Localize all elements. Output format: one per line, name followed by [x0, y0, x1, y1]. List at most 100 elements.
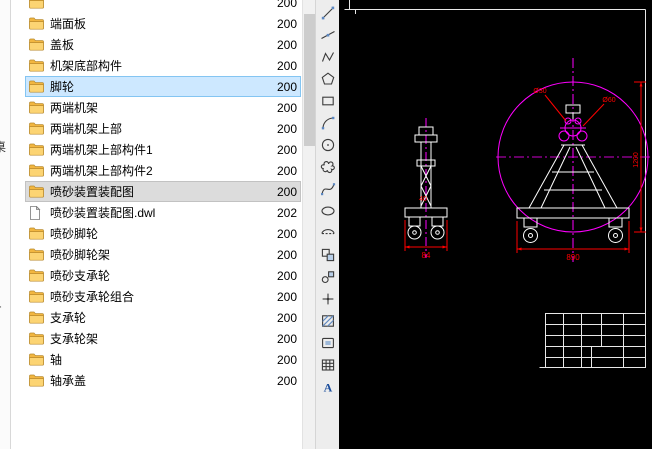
file-name: 脚轮	[50, 78, 267, 95]
folder-icon	[29, 185, 45, 199]
folder-icon	[29, 353, 45, 367]
file-icon	[29, 206, 45, 220]
folder-icon	[29, 290, 45, 304]
sheet-frame	[345, 0, 646, 368]
file-date: 200	[267, 38, 300, 52]
list-item[interactable]: 喷砂脚轮架200	[11, 244, 302, 265]
folder-icon	[29, 80, 45, 94]
folder-icon	[29, 227, 45, 241]
list-item[interactable]: 脚轮200	[11, 76, 302, 97]
file-date: 200	[267, 164, 300, 178]
list-item[interactable]: 两端机架上部200	[11, 118, 302, 139]
file-name: 喷砂脚轮架	[50, 246, 267, 263]
file-date: 200	[267, 248, 300, 262]
hatch-icon	[320, 313, 336, 329]
file-date: 200	[267, 80, 300, 94]
file-name: 轴	[50, 351, 267, 368]
list-item[interactable]: 两端机架200	[11, 97, 302, 118]
folder-icon	[29, 143, 45, 157]
toolbar-button-spline[interactable]	[316, 178, 340, 200]
list-item[interactable]: 喷砂装置装配图200	[11, 181, 302, 202]
folder-icon	[29, 17, 45, 31]
list-item[interactable]: 端面板200	[11, 13, 302, 34]
file-rows: 200端面板200盖板200机架底部构件200脚轮200两端机架200两端机架上…	[11, 0, 302, 391]
folder-icon	[29, 59, 45, 73]
dim-side-detail: 40	[419, 196, 427, 203]
folder-icon	[29, 38, 45, 52]
file-name: 端面板	[50, 15, 267, 32]
point-icon	[320, 291, 336, 307]
file-name: 支承轮	[50, 309, 267, 326]
dim-side-width: 84	[422, 251, 431, 260]
folder-icon	[29, 248, 45, 262]
polygon-icon	[320, 71, 336, 87]
toolbar-button-make-block[interactable]	[316, 266, 340, 288]
svg-text:A: A	[324, 381, 333, 395]
file-date: 200	[267, 59, 300, 73]
scrollbar-thumb[interactable]	[304, 14, 315, 146]
toolbar-button-point[interactable]	[316, 288, 340, 310]
list-item[interactable]: 喷砂装置装配图.dwl202	[11, 202, 302, 223]
line-icon	[320, 5, 336, 21]
toolbar-button-line[interactable]	[316, 2, 340, 24]
toolbar-button-insert-block[interactable]	[316, 244, 340, 266]
list-item[interactable]: 喷砂支承轮200	[11, 265, 302, 286]
arc-icon	[320, 115, 336, 131]
cad-viewport: 84 40	[339, 0, 652, 449]
file-date: 200	[267, 269, 300, 283]
draw-toolbar: A	[315, 0, 339, 449]
toolbar-button-ellipse[interactable]	[316, 200, 340, 222]
file-name: 机架底部构件	[50, 57, 267, 74]
toolbar-button-rectangle[interactable]	[316, 90, 340, 112]
toolbar-button-polygon[interactable]	[316, 68, 340, 90]
file-name: 喷砂装置装配图.dwl	[50, 204, 267, 221]
circle-icon	[320, 137, 336, 153]
file-date: 200	[267, 353, 300, 367]
toolbar-button-ellipse-arc[interactable]	[316, 222, 340, 244]
insert-block-icon	[320, 247, 336, 263]
toolbar-button-region[interactable]	[316, 332, 340, 354]
list-item[interactable]: 轴200	[11, 349, 302, 370]
file-name: 喷砂支承轮	[50, 267, 267, 284]
toolbar-button-multiline-text[interactable]: A	[316, 376, 340, 398]
toolbar-button-circle[interactable]	[316, 134, 340, 156]
file-date: 202	[267, 206, 300, 220]
list-item[interactable]: 机架底部构件200	[11, 55, 302, 76]
list-item[interactable]: 支承轮架200	[11, 328, 302, 349]
file-name: 两端机架上部	[50, 120, 267, 137]
file-name: 两端机架	[50, 99, 267, 116]
toolbar-button-polyline[interactable]	[316, 46, 340, 68]
list-item[interactable]: 盖板200	[11, 34, 302, 55]
construction-line-icon	[320, 27, 336, 43]
toolbar-button-arc[interactable]	[316, 112, 340, 134]
multiline-text-icon: A	[320, 379, 336, 395]
file-list-scrollbar[interactable]	[302, 0, 316, 449]
make-block-icon	[320, 269, 336, 285]
list-item[interactable]: 支承轮200	[11, 307, 302, 328]
folder-icon	[29, 122, 45, 136]
list-item[interactable]: 两端机架上部构件1200	[11, 139, 302, 160]
app-window: 桌 T 200端面板200盖板200机架底部构件200脚轮200两端机架200两…	[0, 0, 652, 449]
list-item[interactable]: 喷砂脚轮200	[11, 223, 302, 244]
drawing-area[interactable]: 84 40	[339, 0, 652, 449]
folder-icon	[29, 269, 45, 283]
toolbar-button-construction-line[interactable]	[316, 24, 340, 46]
list-item[interactable]: 轴承盖200	[11, 370, 302, 391]
list-item[interactable]: 两端机架上部构件2200	[11, 160, 302, 181]
toolbar-button-revision-cloud[interactable]	[316, 156, 340, 178]
rectangle-icon	[320, 93, 336, 109]
file-date: 200	[267, 0, 300, 10]
toolbar-button-table[interactable]	[316, 354, 340, 376]
list-item[interactable]: 200	[11, 0, 302, 13]
title-block	[546, 314, 646, 368]
side-view: 84 40	[405, 118, 447, 260]
toolbar-button-hatch[interactable]	[316, 310, 340, 332]
file-date: 200	[267, 122, 300, 136]
list-item[interactable]: 喷砂支承轮组合200	[11, 286, 302, 307]
file-date: 200	[267, 17, 300, 31]
clipped-left-panel: 桌 T	[0, 0, 11, 449]
file-name: 两端机架上部构件1	[50, 141, 267, 158]
front-view: 890 1200 Ø30 Ø60	[496, 58, 650, 262]
folder-icon	[29, 311, 45, 325]
dim-hub-left: Ø30	[533, 88, 546, 95]
